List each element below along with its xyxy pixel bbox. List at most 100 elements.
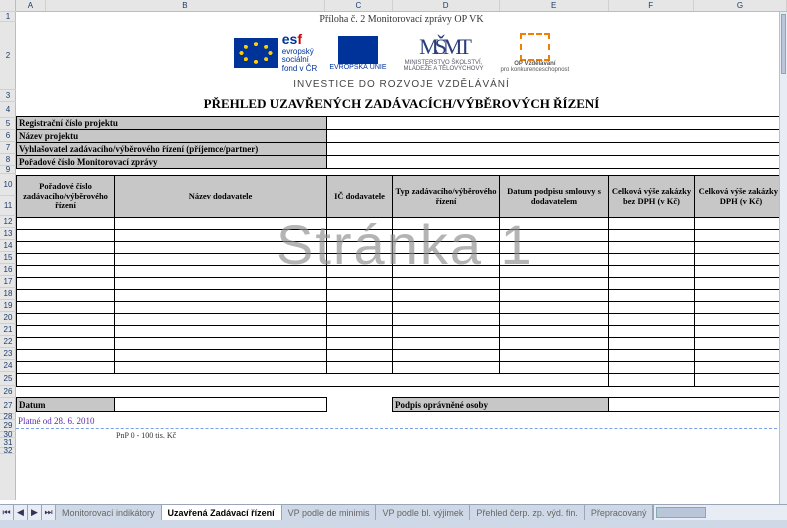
- row-header-10[interactable]: 10: [0, 174, 16, 196]
- table-cell[interactable]: [500, 326, 609, 338]
- table-cell[interactable]: [609, 242, 695, 254]
- table-cell[interactable]: [695, 338, 787, 350]
- table-cell[interactable]: [115, 242, 327, 254]
- table-cell[interactable]: [695, 218, 787, 230]
- table-cell[interactable]: [393, 362, 500, 374]
- table-cell[interactable]: [609, 218, 695, 230]
- table-cell[interactable]: [327, 290, 393, 302]
- row-header-26[interactable]: 26: [0, 386, 16, 398]
- table-cell[interactable]: [695, 350, 787, 362]
- sheet-tab[interactable]: VP podle bl. výjimek: [376, 505, 470, 520]
- row-header-15[interactable]: 15: [0, 252, 16, 264]
- signer-value[interactable]: [609, 398, 787, 412]
- row-header-25[interactable]: 25: [0, 372, 16, 386]
- table-cell[interactable]: [393, 290, 500, 302]
- row-header-12[interactable]: 12: [0, 216, 16, 228]
- table-cell[interactable]: [17, 242, 115, 254]
- table-cell[interactable]: [115, 218, 327, 230]
- sheet-tab[interactable]: VP podle de minimis: [282, 505, 377, 520]
- table-cell[interactable]: [17, 290, 115, 302]
- table-cell[interactable]: [695, 254, 787, 266]
- table-cell[interactable]: [695, 314, 787, 326]
- table-cell[interactable]: [115, 326, 327, 338]
- table-cell[interactable]: [393, 302, 500, 314]
- table-cell[interactable]: [17, 302, 115, 314]
- table-cell[interactable]: [695, 362, 787, 374]
- table-cell[interactable]: [695, 242, 787, 254]
- table-cell[interactable]: [500, 290, 609, 302]
- table-cell[interactable]: [500, 302, 609, 314]
- table-cell[interactable]: [609, 362, 695, 374]
- horizontal-scrollbar[interactable]: [653, 505, 787, 520]
- row-header-11[interactable]: 11: [0, 196, 16, 216]
- table-cell[interactable]: [695, 266, 787, 278]
- table-cell[interactable]: [17, 362, 115, 374]
- hscroll-thumb[interactable]: [656, 507, 706, 518]
- table-cell[interactable]: [327, 314, 393, 326]
- table-cell[interactable]: [17, 350, 115, 362]
- table-cell[interactable]: [500, 338, 609, 350]
- table-cell[interactable]: [609, 338, 695, 350]
- table-cell[interactable]: [393, 218, 500, 230]
- table-cell[interactable]: [327, 338, 393, 350]
- table-cell[interactable]: [327, 254, 393, 266]
- table-cell[interactable]: [695, 326, 787, 338]
- row-header-7[interactable]: 7: [0, 142, 16, 154]
- tab-prev-icon[interactable]: ◀: [14, 505, 28, 520]
- col-header-E[interactable]: E: [500, 0, 609, 11]
- table-cell[interactable]: [327, 362, 393, 374]
- table-cell[interactable]: [327, 242, 393, 254]
- table-cell[interactable]: [327, 230, 393, 242]
- table-cell[interactable]: [17, 278, 115, 290]
- table-cell[interactable]: [393, 326, 500, 338]
- table-cell[interactable]: [115, 314, 327, 326]
- table-cell[interactable]: [695, 230, 787, 242]
- table-cell[interactable]: [115, 278, 327, 290]
- table-cell[interactable]: [115, 302, 327, 314]
- sheet-tab[interactable]: Přepracovaný: [585, 505, 654, 520]
- meta-issuer-value[interactable]: [327, 143, 787, 156]
- table-cell[interactable]: [609, 254, 695, 266]
- table-cell[interactable]: [609, 278, 695, 290]
- row-header-6[interactable]: 6: [0, 130, 16, 142]
- table-cell[interactable]: [115, 338, 327, 350]
- table-cell[interactable]: [17, 266, 115, 278]
- table-cell[interactable]: [500, 350, 609, 362]
- table-cell[interactable]: [17, 326, 115, 338]
- meta-seq-value[interactable]: [327, 156, 787, 169]
- table-cell[interactable]: [609, 314, 695, 326]
- table-cell[interactable]: [695, 290, 787, 302]
- table-cell[interactable]: [17, 338, 115, 350]
- table-cell[interactable]: [115, 230, 327, 242]
- table-cell[interactable]: [609, 302, 695, 314]
- row-header-20[interactable]: 20: [0, 312, 16, 324]
- table-cell[interactable]: [393, 254, 500, 266]
- table-cell[interactable]: [609, 326, 695, 338]
- table-cell[interactable]: [115, 290, 327, 302]
- sheet-tab[interactable]: Monitorovací indikátory: [56, 505, 162, 520]
- table-cell[interactable]: [115, 254, 327, 266]
- meta-reg-value[interactable]: [327, 117, 787, 130]
- row-header-23[interactable]: 23: [0, 348, 16, 360]
- table-cell[interactable]: [115, 266, 327, 278]
- col-header-F[interactable]: F: [609, 0, 694, 11]
- row-header-1[interactable]: 1: [0, 12, 16, 22]
- table-cell[interactable]: [115, 362, 327, 374]
- vertical-scrollbar[interactable]: [779, 12, 787, 504]
- col-header-D[interactable]: D: [393, 0, 500, 11]
- table-cell[interactable]: [695, 302, 787, 314]
- row-header-22[interactable]: 22: [0, 336, 16, 348]
- row-header-24[interactable]: 24: [0, 360, 16, 372]
- table-cell[interactable]: [500, 362, 609, 374]
- table-cell[interactable]: [17, 230, 115, 242]
- row-header-4[interactable]: 4: [0, 102, 16, 118]
- table-cell[interactable]: [393, 266, 500, 278]
- table-cell[interactable]: [609, 266, 695, 278]
- row-header-21[interactable]: 21: [0, 324, 16, 336]
- sheet-tab[interactable]: Uzavřená Zadávací řízení: [162, 505, 282, 520]
- table-cell[interactable]: [17, 254, 115, 266]
- table-cell[interactable]: [609, 350, 695, 362]
- table-cell[interactable]: [327, 326, 393, 338]
- table-cell[interactable]: [327, 350, 393, 362]
- row-header-32[interactable]: 32: [0, 448, 16, 454]
